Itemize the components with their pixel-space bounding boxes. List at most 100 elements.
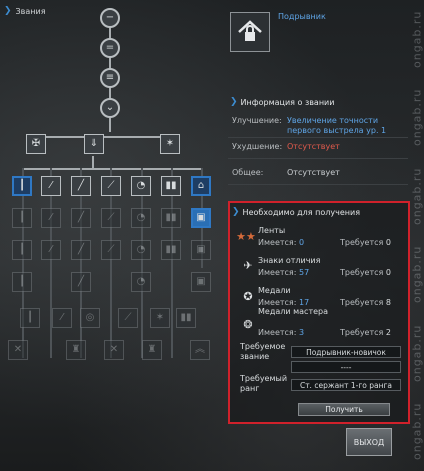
watermark-text: ongab.ru [410,167,424,225]
ammo-icon: ▮▮ [180,312,192,323]
skill-node[interactable]: ▣ [191,272,211,292]
req-need-value: 0 [385,268,391,277]
skill-node[interactable]: ✕ [104,340,124,360]
info-section-header: ❯ Информация о звании [230,97,334,107]
rank-name: Подрывник [278,12,326,21]
skill-node[interactable]: ◔ [131,240,151,260]
shotgun-icon: ⟋ [107,244,115,255]
skill-node[interactable]: ▣ [191,240,211,260]
skill-node[interactable]: ╱ [71,208,91,228]
rifle-icon: ╱ [77,276,85,287]
skill-node[interactable]: ╱ [71,176,91,196]
class-node[interactable]: ✠ [26,134,46,154]
pistol-icon: ┃ [18,276,26,287]
req-have-label: Имеется: [258,298,297,307]
watermark-text: ongab.ru [410,403,424,461]
requirements-section-header: ❯ Необходимо для получения [232,207,360,217]
req-item-name: Медали мастера [258,307,329,316]
req-have-value: 0 [298,238,305,247]
section-arrow-icon: ❯ [230,97,238,107]
divider [228,137,408,138]
shield-icon: ✠ [31,138,41,149]
crossed-rifles-icon: ✕ [13,344,23,355]
skill-node[interactable]: ✕ [8,340,28,360]
req-have-label: Имеется: [258,268,297,277]
get-rank-button[interactable]: Получить [298,403,390,416]
ammo-icon: ▮▮ [165,212,177,223]
req-need-value: 8 [385,298,391,307]
pistol-icon: ┃ [18,244,26,255]
skill-node[interactable]: ♜ [142,340,162,360]
soldier-icon: ♜ [71,344,81,355]
skill-node[interactable]: ◎ [80,308,100,328]
skill-node[interactable]: ⁄ [52,308,72,328]
skill-node[interactable]: ▮▮ [161,176,181,196]
skill-node[interactable]: ⁄ [41,208,61,228]
skill-node-selected[interactable]: ⌂ [191,176,211,196]
rank-emblem [230,12,270,52]
skill-node[interactable]: ⁄ [41,176,61,196]
req-item-name: Медали [258,286,291,295]
skill-node[interactable]: ︽ [190,340,210,360]
req-need-value: 2 [385,328,391,337]
tree-connector [109,118,111,132]
skill-node[interactable]: ╱ [71,240,91,260]
rank-node[interactable]: ≡ [100,68,120,88]
req-item-need: Требуется 8 [340,298,391,307]
rank-node[interactable]: ⌄ [100,98,120,118]
skill-node[interactable]: ┃ [12,208,32,228]
req-item-have: Имеется: 0 [258,238,304,247]
watermark-text: ongab.ru [410,10,424,68]
pistol-icon: ┃ [18,180,26,191]
tree-connector [36,136,172,138]
skill-node[interactable]: ⁄ [41,240,61,260]
skill-node[interactable]: ⟋ [101,208,121,228]
exit-button[interactable]: ВЫХОД [346,428,392,456]
grenade-icon: ◔ [136,180,146,191]
req-need-value: 0 [385,238,391,247]
skill-node[interactable]: ┃ [12,176,32,196]
lock-icon: ▣ [196,244,206,255]
skill-node[interactable]: ✶ [150,308,170,328]
badge-icon: ✈ [243,258,253,272]
stripe-icon: − [105,12,115,23]
skill-node[interactable]: ┃ [12,240,32,260]
skill-node[interactable]: ⟋ [101,176,121,196]
ribbons-icon: ★★ [236,229,256,243]
star-icon: ✶ [155,312,165,323]
skill-node[interactable]: ▮▮ [161,240,181,260]
skill-node[interactable]: ▮▮ [161,208,181,228]
rifle-icon: ╱ [77,212,85,223]
req-need-label: Требуется [340,328,384,337]
required-rank-label: Требуемый ранг [240,374,288,393]
pistol-icon: ┃ [18,212,26,223]
divider [228,158,408,159]
skill-node[interactable]: ┃ [20,308,40,328]
master-medal-icon: ❂ [243,317,253,331]
class-node[interactable]: ⇓ [84,134,104,154]
arrow-down-icon: ⇓ [89,138,99,149]
tree-connector [50,168,52,358]
req-have-value: 17 [298,298,310,307]
skill-node[interactable]: ▮▮ [176,308,196,328]
skill-node[interactable]: ◔ [131,176,151,196]
skill-node-current[interactable]: ▣ [191,208,211,228]
skill-node[interactable]: ┃ [12,272,32,292]
skill-node[interactable]: ◔ [131,272,151,292]
shotgun-icon: ⟋ [124,312,132,323]
skill-node[interactable]: ⟋ [118,308,138,328]
watermark-text: ongab.ru [410,324,424,382]
rifle-icon: ╱ [77,180,85,191]
skill-node[interactable]: ♜ [66,340,86,360]
tree-connector [110,168,112,358]
improvement-label: Улучшение: [232,116,282,125]
class-node[interactable]: ✶ [160,134,180,154]
req-item-name: Знаки отличия [258,256,321,265]
skill-node[interactable]: ◔ [131,208,151,228]
skill-node[interactable]: ⟋ [101,240,121,260]
pistol-icon: ┃ [26,312,34,323]
skill-node[interactable]: ╱ [71,272,91,292]
rank-node[interactable]: − [100,8,120,28]
lock-icon: ▣ [196,276,206,287]
rank-node[interactable]: = [100,38,120,58]
